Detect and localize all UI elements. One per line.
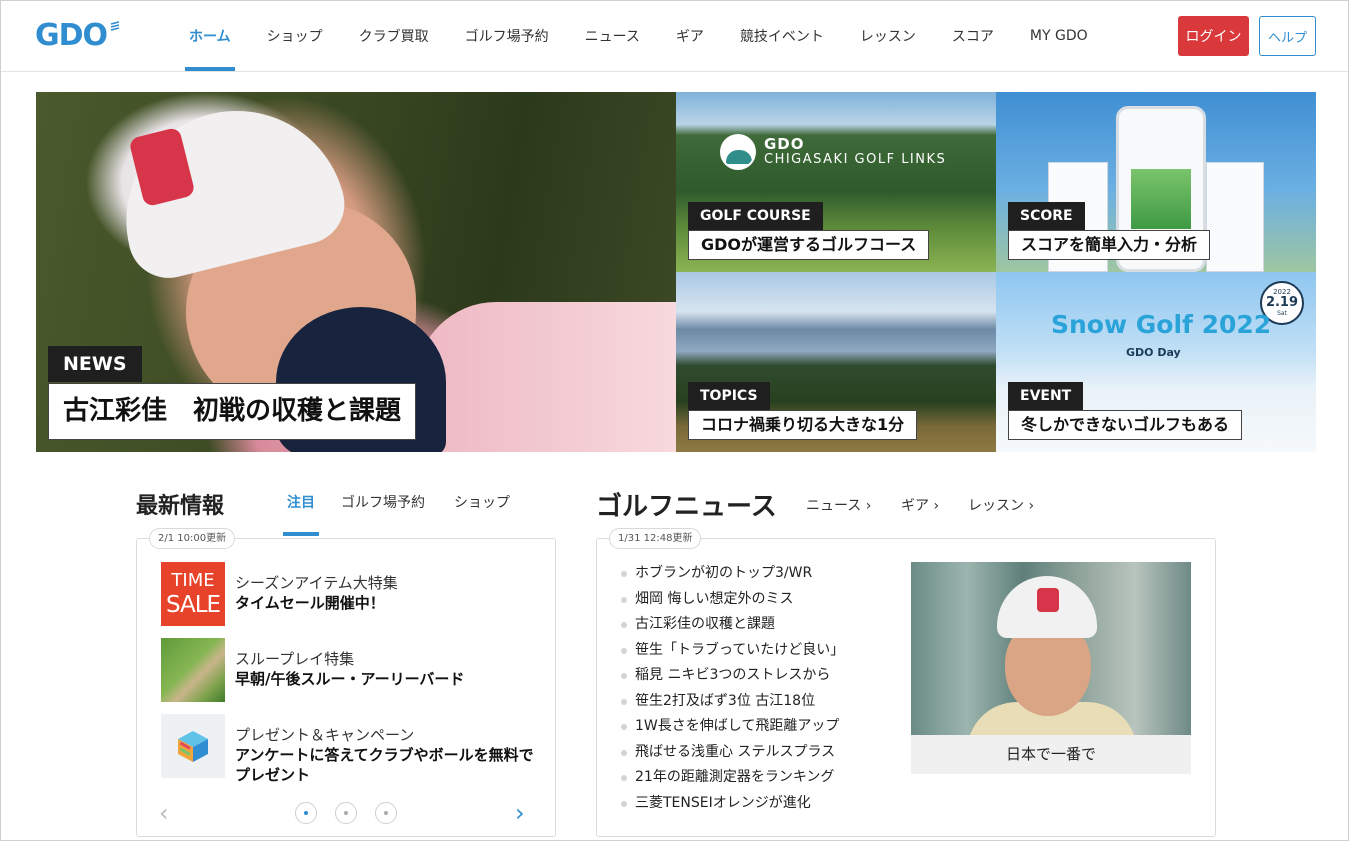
hero-topics-caption: コロナ禍乗り切る大きな1分 — [688, 410, 918, 440]
hero-course-tag: GOLF COURSE — [688, 202, 823, 230]
hero-topics-tile[interactable]: TOPICS コロナ禍乗り切る大きな1分 — [676, 272, 996, 452]
news-headline[interactable]: 畑岡 悔しい想定外のミス — [619, 587, 889, 613]
carousel-dot-3[interactable] — [375, 802, 397, 824]
news-headline[interactable]: ホブランが初のトップ3/WR — [619, 561, 889, 587]
featured-news-photo — [911, 562, 1191, 735]
carousel-next-icon[interactable]: › — [515, 801, 525, 825]
featured-news-card[interactable]: 日本で一番で — [911, 562, 1191, 774]
score-sheet-right — [1206, 162, 1264, 272]
latest-section-title: 最新情報 — [136, 494, 225, 519]
promo-headline: アンケートに答えてクラブやボールを無料でプレゼント — [235, 746, 534, 784]
hero-topics-tag: TOPICS — [688, 382, 770, 410]
promo-title: スループレイ特集 — [235, 650, 355, 668]
latest-box: 2/1 10:00更新 TIME SALE シーズンアイテム大特集 タイムセール… — [136, 528, 557, 837]
link-lesson[interactable]: レッスン › — [968, 495, 1034, 515]
promo-headline: タイムセール開催中！ — [235, 594, 385, 612]
tab-course-booking[interactable]: ゴルフ場予約 — [341, 492, 425, 512]
chigasaki-logo-line1: GDO — [764, 135, 805, 153]
carousel-dot-2[interactable] — [335, 802, 357, 824]
hero-score-tag: SCORE — [1008, 202, 1085, 230]
promo-title: シーズンアイテム大特集 — [235, 574, 398, 592]
nav-my-gdo[interactable]: MY GDO — [1012, 1, 1106, 71]
nav-score[interactable]: スコア — [934, 1, 1012, 71]
hero-main-tile[interactable]: NEWS 古江彩佳 初戦の収穫と課題 — [36, 92, 676, 452]
campaign-thumbnail — [161, 714, 225, 778]
chigasaki-emblem-icon — [720, 134, 756, 170]
promo-through-play[interactable]: スループレイ特集 早朝/午後スルー・アーリーバード — [161, 638, 541, 703]
hero-event-tile[interactable]: 2022 2.19 Sat Snow Golf 2022 GDO Day EVE… — [996, 272, 1316, 452]
score-app-chart — [1131, 169, 1191, 229]
tab-shop[interactable]: ショップ — [454, 492, 510, 512]
golf-news-box: 1/31 12:48更新 ホブランが初のトップ3/WR 畑岡 悔しい想定外のミス… — [596, 528, 1216, 837]
news-headline[interactable]: 稲見 ニキビ3つのストレスから — [619, 663, 889, 689]
active-tab-indicator — [283, 532, 319, 536]
gift-cube-icon — [178, 731, 208, 762]
event-badge-date: 2.19 — [1265, 295, 1299, 310]
hero-event-caption: 冬しかできないゴルフもある — [1008, 410, 1243, 440]
promo-time-sale[interactable]: TIME SALE シーズンアイテム大特集 タイムセール開催中！ — [161, 562, 541, 627]
player-cap — [997, 576, 1097, 638]
tab-featured[interactable]: 注目 — [287, 492, 315, 512]
carousel-dot-1[interactable] — [295, 802, 317, 824]
gdo-logo[interactable]: GDO — [35, 17, 121, 53]
promo-present-campaign[interactable]: プレゼント＆キャンペーン アンケートに答えてクラブやボールを無料でプレゼント — [161, 714, 541, 784]
golf-course-thumbnail — [161, 638, 225, 702]
news-headline[interactable]: 三菱TENSEIオレンジが進化 — [619, 791, 889, 817]
link-news[interactable]: ニュース › — [806, 495, 871, 515]
chigasaki-logo-line2: CHIGASAKI GOLF LINKS — [764, 152, 947, 167]
hero-grid: NEWS 古江彩佳 初戦の収穫と課題 GDO CHIGASAKI GOLF LI… — [36, 92, 1316, 452]
event-subtitle: GDO Day — [1126, 346, 1181, 359]
news-headline[interactable]: 笹生2打及ばず3位 古江18位 — [619, 689, 889, 715]
news-headline-list: ホブランが初のトップ3/WR 畑岡 悔しい想定外のミス 古江彩佳の収穫と課題 笹… — [619, 561, 889, 816]
site-header: GDO ホーム ショップ クラブ買取 ゴルフ場予約 ニュース ギア 競技イベント… — [1, 1, 1348, 72]
news-headline[interactable]: 笹生「トラブっていたけど良い」 — [619, 638, 889, 664]
latest-updated-stamp: 2/1 10:00更新 — [149, 528, 236, 549]
hero-course-caption: GDOが運営するゴルフコース — [688, 230, 930, 260]
promo-title: プレゼント＆キャンペーン — [235, 726, 415, 744]
logo-text: GDO — [35, 17, 108, 53]
link-gear[interactable]: ギア › — [901, 495, 939, 515]
login-button[interactable]: ログイン — [1178, 16, 1249, 56]
nav-lesson[interactable]: レッスン — [842, 1, 934, 71]
time-sale-thumb-line2: SALE — [165, 592, 221, 618]
hero-photo-shirt — [416, 302, 676, 452]
nav-gear[interactable]: ギア — [658, 1, 722, 71]
news-headline[interactable]: 1W長さを伸ばして飛距離アップ — [619, 714, 889, 740]
golf-news-title: ゴルフニュース — [596, 492, 777, 522]
carousel-controls: ‹ › — [137, 801, 557, 825]
hero-score-caption: スコアを簡単入力・分析 — [1008, 230, 1211, 260]
nav-home[interactable]: ホーム — [171, 1, 249, 71]
nav-club-buyback[interactable]: クラブ買取 — [341, 1, 447, 71]
nav-course-booking[interactable]: ゴルフ場予約 — [447, 1, 567, 71]
main-nav: ホーム ショップ クラブ買取 ゴルフ場予約 ニュース ギア 競技イベント レッス… — [171, 1, 1106, 71]
news-headline[interactable]: 飛ばせる浅重心 ステルスプラス — [619, 740, 889, 766]
news-updated-stamp: 1/31 12:48更新 — [609, 528, 702, 549]
carousel-prev-icon[interactable]: ‹ — [159, 801, 169, 825]
chigasaki-logo: GDO CHIGASAKI GOLF LINKS — [720, 134, 946, 170]
help-button[interactable]: ヘルプ — [1259, 16, 1316, 56]
time-sale-thumb-line1: TIME — [171, 570, 215, 591]
nav-news[interactable]: ニュース — [567, 1, 658, 71]
event-title: Snow Golf 2022 — [1051, 310, 1272, 339]
featured-news-caption: 日本で一番で — [911, 735, 1191, 774]
logo-wave-icon — [110, 21, 120, 31]
news-headline[interactable]: 古江彩佳の収穫と課題 — [619, 612, 889, 638]
hero-course-tile[interactable]: GDO CHIGASAKI GOLF LINKS GOLF COURSE GDO… — [676, 92, 996, 272]
time-sale-thumbnail: TIME SALE — [161, 562, 225, 626]
news-headline[interactable]: 21年の距離測定器をランキング — [619, 765, 889, 791]
nav-events[interactable]: 競技イベント — [722, 1, 842, 71]
hero-main-tag: NEWS — [48, 346, 142, 382]
hero-event-tag: EVENT — [1008, 382, 1084, 410]
promo-headline: 早朝/午後スルー・アーリーバード — [235, 670, 465, 688]
hero-score-tile[interactable]: SCORE スコアを簡単入力・分析 — [996, 92, 1316, 272]
nav-shop[interactable]: ショップ — [249, 1, 341, 71]
hero-main-caption: 古江彩佳 初戦の収穫と課題 — [48, 383, 417, 440]
